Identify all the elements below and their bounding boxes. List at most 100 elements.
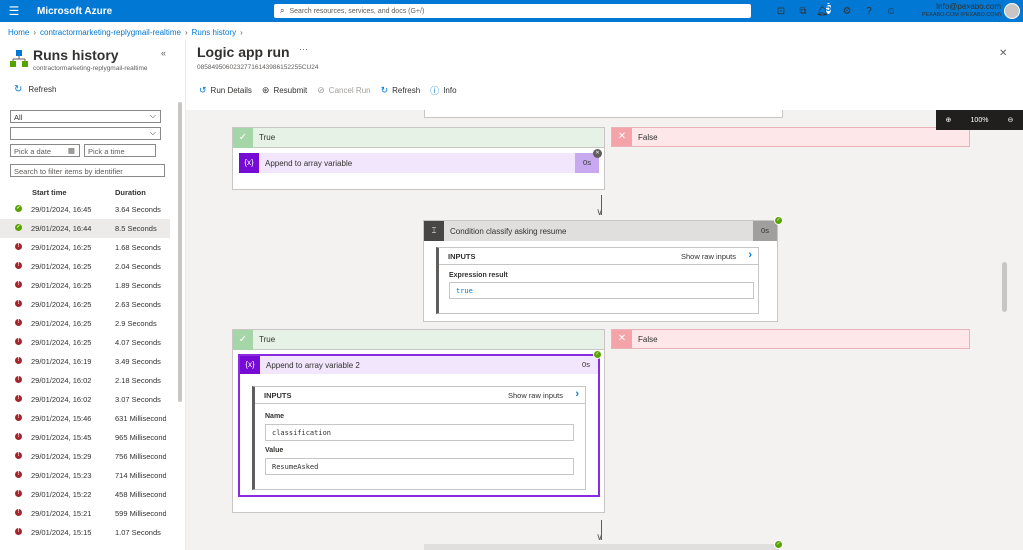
breadcrumb-logic-app[interactable]: contractormarketing-replygmail-realtime [40,28,181,37]
zoom-controls: ⊕ 100% ⊖ [936,110,1023,130]
brand[interactable]: Microsoft Azure [37,6,112,17]
run-row[interactable]: ! 29/01/2024, 15:21 599 Milliseconds [0,504,170,523]
error-icon: ! [15,395,22,402]
true-branch-2-header[interactable]: ✓ True [233,329,604,350]
run-row[interactable]: ! 29/01/2024, 16:25 2.63 Seconds [0,295,170,314]
condition-action-header[interactable]: ⌶ Condition classify asking resume 0s [424,221,777,241]
show-raw-inputs-link[interactable]: Show raw inputs [508,391,563,400]
false-branch-1-label: False [638,132,658,142]
append-array-action-2[interactable]: {x} Append to array variable 2 0s INPUTS… [238,354,600,497]
error-icon: ! [15,262,22,269]
time-picker[interactable]: Pick a time [84,144,156,157]
cloud-shell-icon[interactable]: ⊡ [770,6,792,17]
info-button[interactable]: ⓘ Info [430,84,456,97]
resubmit-button[interactable]: ⊛ Resubmit [262,85,307,96]
breadcrumb-home[interactable]: Home [8,28,29,37]
run-start-time: 29/01/2024, 16:25 [31,338,92,347]
run-start-time: 29/01/2024, 15:29 [31,452,92,461]
chevron-right-icon[interactable]: › [748,249,752,261]
run-row[interactable]: ! 29/01/2024, 15:45 965 Milliseconds [0,428,170,447]
true-branch-1-header[interactable]: ✓ True [233,127,604,148]
run-start-time: 29/01/2024, 16:25 [31,262,92,271]
run-row[interactable]: ! 29/01/2024, 16:25 2.04 Seconds [0,257,170,276]
append-array-action-1[interactable]: {x} Append to array variable 0s [239,153,599,173]
run-row[interactable]: ! 29/01/2024, 16:19 3.49 Seconds [0,352,170,371]
false-branch-1[interactable]: ✕ False [611,127,970,147]
true-branch-2[interactable]: ✓ True {x} Append to array variable 2 0s… [232,329,605,513]
append-array-action-2-header[interactable]: {x} Append to array variable 2 0s [240,356,598,374]
run-start-time: 29/01/2024, 15:22 [31,490,92,499]
run-row[interactable]: ! 29/01/2024, 15:15 1.07 Seconds [0,523,170,542]
run-row[interactable]: ! 29/01/2024, 16:02 2.18 Seconds [0,371,170,390]
breadcrumb-runs-history[interactable]: Runs history [192,28,236,37]
run-row[interactable]: ! 29/01/2024, 16:25 2.9 Seconds [0,314,170,333]
error-icon: ! [15,243,22,250]
toolbar-refresh-button[interactable]: ↻ Refresh [381,85,421,96]
append-array-action-1-header[interactable]: {x} Append to array variable 0s [239,153,599,173]
identifier-filter-input[interactable]: Search to filter items by identifier [10,164,165,177]
run-start-time: 29/01/2024, 16:02 [31,376,92,385]
run-row[interactable]: ✓ 29/01/2024, 16:45 3.64 Seconds [0,200,170,219]
show-raw-inputs-link[interactable]: Show raw inputs [681,252,736,261]
next-action-card[interactable] [424,544,779,550]
run-row[interactable]: ! 29/01/2024, 15:46 631 Milliseconds [0,409,170,428]
global-search[interactable]: ⌕ Search resources, services, and docs (… [274,4,751,18]
info-label: Info [443,86,457,95]
start-time-header[interactable]: Start time [32,188,67,197]
run-start-time: 29/01/2024, 16:25 [31,243,92,252]
date-placeholder: Pick a date [14,147,52,156]
run-row[interactable]: ! 29/01/2024, 15:23 714 Milliseconds [0,466,170,485]
condition-inputs-panel: INPUTS Show raw inputs › Expression resu… [436,247,759,314]
true-branch-1[interactable]: ✓ True {x} Append to array variable 0s [232,127,605,190]
run-start-time: 29/01/2024, 15:23 [31,471,92,480]
run-details-button[interactable]: ↺ Run Details [199,85,252,96]
expression-result-value: true [449,282,754,299]
feedback-icon[interactable]: ☺ [880,6,902,17]
run-row[interactable]: ! 29/01/2024, 16:25 4.07 Seconds [0,333,170,352]
breadcrumb: Home › contractormarketing-replygmail-re… [8,28,243,37]
append-array-action-2-name: Append to array variable 2 [266,360,360,370]
duration-header[interactable]: Duration [115,188,146,197]
run-row[interactable]: ! 29/01/2024, 16:25 1.89 Seconds [0,276,170,295]
left-scrollbar[interactable] [178,102,182,402]
runs-history-pane: Runs history contractormarketing-replygm… [0,40,186,550]
run-row[interactable]: ! 29/01/2024, 16:02 3.07 Seconds [0,390,170,409]
avatar[interactable] [1004,3,1020,19]
zoom-out-icon[interactable]: ⊖ [1008,116,1014,124]
calendar-icon: ▦ [67,146,75,155]
secondary-filter-dropdown[interactable]: ⌵ [10,127,161,140]
zoom-in-icon[interactable]: ⊕ [946,116,952,124]
run-row[interactable]: ! 29/01/2024, 15:29 756 Milliseconds [0,447,170,466]
directory-filter-icon[interactable]: ⧉ [792,6,814,17]
value-label: Value [265,447,284,454]
settings-gear-icon[interactable]: ⚙ [836,6,858,17]
condition-action[interactable]: ⌶ Condition classify asking resume 0s IN… [423,220,778,322]
designer-canvas[interactable]: ✓ True {x} Append to array variable 0s ✕… [186,110,1023,550]
menu-icon[interactable]: ☰ [0,4,28,18]
chevron-right-icon: › [33,28,37,37]
info-icon: ⓘ [430,86,440,96]
run-row[interactable]: ! 29/01/2024, 15:22 458 Milliseconds [0,485,170,504]
name-value: classification [265,424,574,441]
run-row[interactable]: ✓ 29/01/2024, 16:44 8.5 Seconds [0,219,170,238]
chevron-right-icon[interactable]: › [575,388,579,400]
close-icon[interactable]: ✕ [999,48,1007,59]
toolbar-refresh-label: Refresh [392,86,421,95]
refresh-button[interactable]: ↻ Refresh [14,84,56,95]
run-duration: 965 Milliseconds [115,433,166,442]
notifications-icon[interactable]: 🔔︎5 [814,2,836,17]
run-start-time: 29/01/2024, 16:25 [31,319,92,328]
more-options-icon[interactable]: ··· [299,44,308,54]
canvas-scrollbar[interactable] [1002,262,1007,312]
status-filter-dropdown[interactable]: All ⌵ [10,110,161,123]
false-branch-2[interactable]: ✕ False [611,329,970,349]
collapse-icon[interactable]: « [161,48,166,58]
error-icon: ! [15,509,22,516]
previous-action-card[interactable] [424,110,783,118]
help-icon[interactable]: ? [858,6,880,17]
run-row[interactable]: ! 29/01/2024, 16:25 1.68 Seconds [0,238,170,257]
cancel-run-button[interactable]: ⊘ Cancel Run [317,85,370,96]
account-info[interactable]: Info@pexabo.com PEXABO.COM (PEXABO.COM) [922,2,1001,20]
value-value: ResumeAsked [265,458,574,475]
date-picker[interactable]: Pick a date ▦ [10,144,80,157]
